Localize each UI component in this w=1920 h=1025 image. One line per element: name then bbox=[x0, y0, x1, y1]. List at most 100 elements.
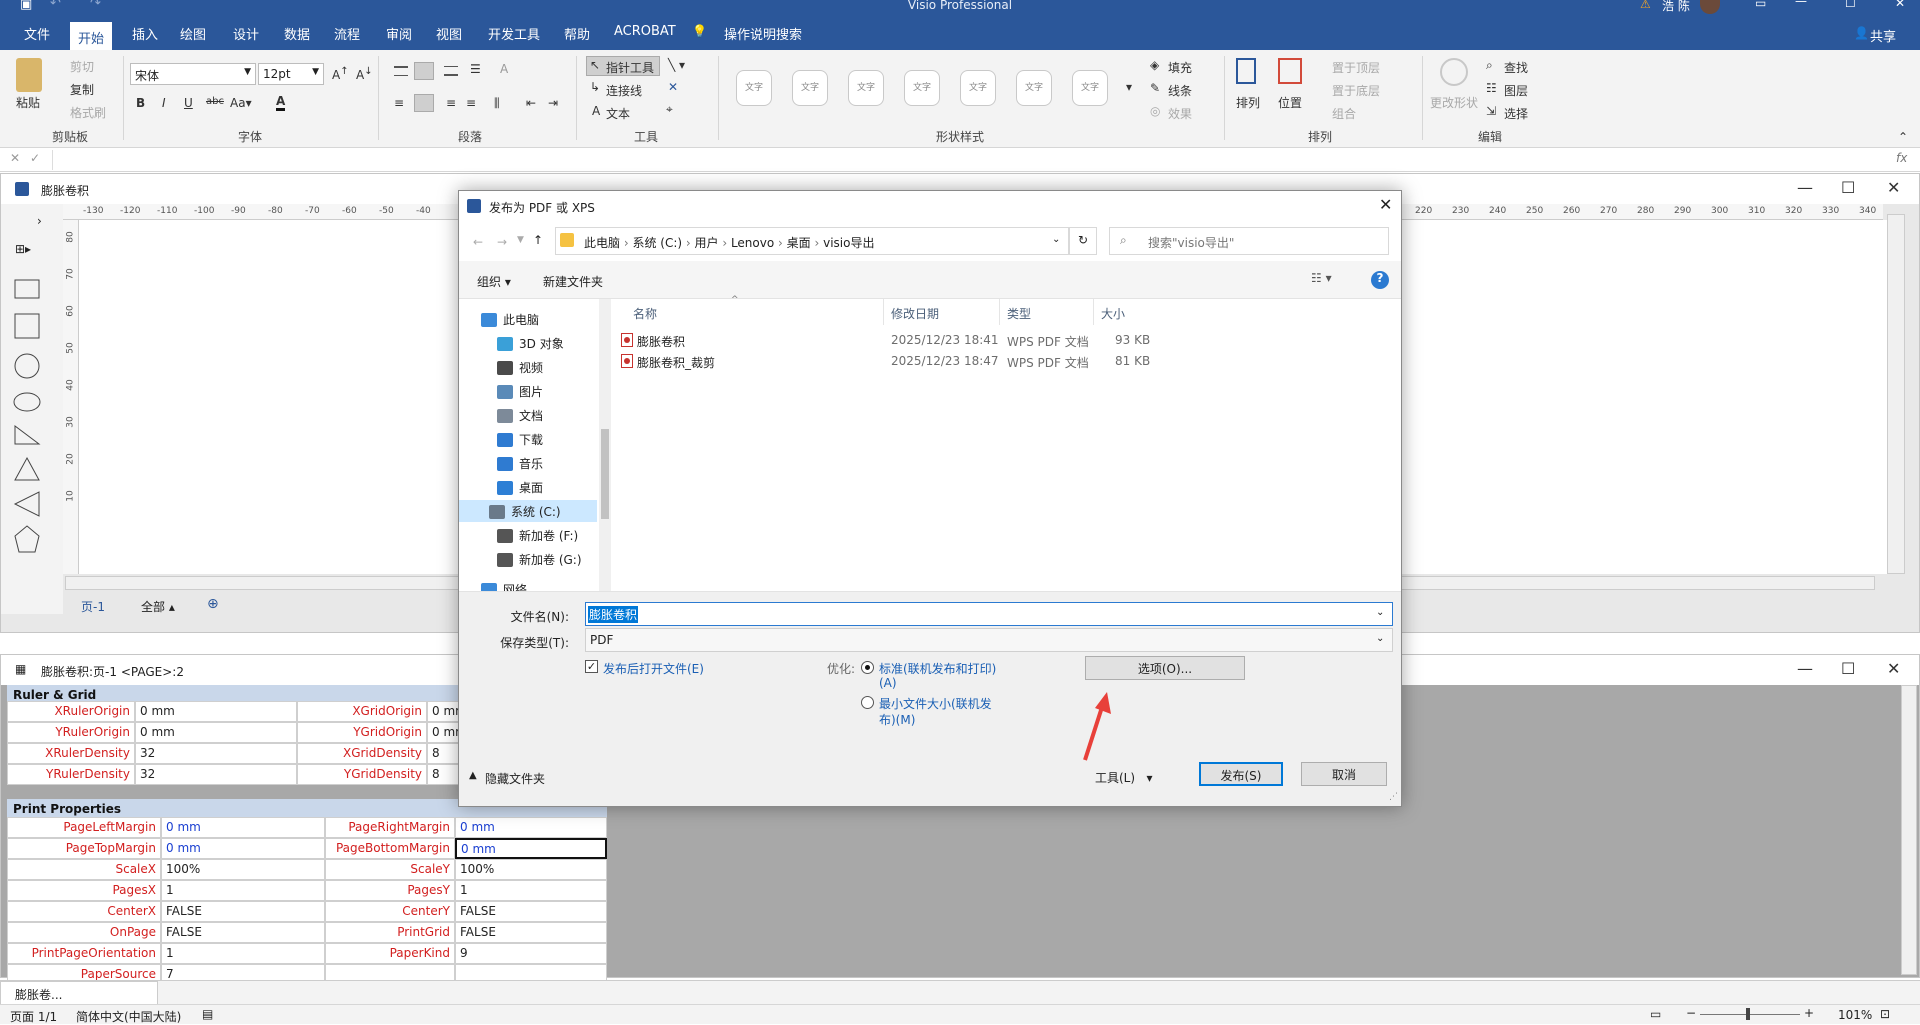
options-button[interactable]: 选项(O)... bbox=[1085, 656, 1245, 680]
change-case-icon[interactable]: Aa▾ bbox=[230, 96, 252, 110]
zoom-slider[interactable] bbox=[1700, 1014, 1800, 1015]
underline-icon[interactable]: U bbox=[184, 96, 193, 110]
connection-point-icon[interactable]: ⌖ bbox=[666, 102, 673, 117]
text-style-icon[interactable]: A bbox=[500, 62, 508, 76]
cell-value[interactable]: 0 mm bbox=[135, 722, 297, 743]
cell-value[interactable]: 1 bbox=[161, 880, 325, 901]
file-row[interactable]: 膨胀卷积 2025/12/23 18:41 WPS PDF 文档 93 KB bbox=[615, 331, 1215, 351]
paste-icon[interactable] bbox=[16, 58, 42, 92]
help-icon[interactable]: ? bbox=[1371, 271, 1389, 289]
cell-label[interactable]: PageRightMargin bbox=[325, 817, 455, 838]
document-tab[interactable]: 膨胀卷... bbox=[0, 981, 158, 1005]
open-after-checkbox[interactable]: ✓ bbox=[585, 660, 598, 673]
nav-scroll-thumb[interactable] bbox=[601, 429, 609, 519]
function-icon[interactable]: fx bbox=[1896, 151, 1907, 165]
column-header[interactable]: 类型 bbox=[1007, 305, 1031, 322]
collapse-ribbon-icon[interactable]: ⌃ bbox=[1898, 130, 1908, 144]
back-icon[interactable]: ← bbox=[473, 235, 483, 249]
up-icon[interactable]: ↑ bbox=[533, 233, 543, 247]
nav-item[interactable]: 系统 (C:) bbox=[459, 500, 597, 522]
text-tool-button[interactable]: 文本 bbox=[606, 105, 630, 122]
nav-item[interactable]: 视频 bbox=[497, 359, 543, 376]
menu-0[interactable]: 文件 bbox=[16, 22, 58, 45]
nav-item[interactable]: 3D 对象 bbox=[497, 335, 564, 352]
search-box[interactable]: ⌕ 搜索"visio导出" bbox=[1109, 227, 1389, 255]
cell-value[interactable]: 0 mm bbox=[161, 838, 325, 859]
menu-11[interactable]: ACROBAT bbox=[606, 22, 684, 41]
address-bar[interactable]: 此电脑 › 系统 (C:) › 用户 › Lenovo › 桌面 › visio… bbox=[555, 227, 1069, 255]
cell-label[interactable]: XGridDensity bbox=[297, 743, 427, 764]
shape-icons[interactable] bbox=[13, 274, 45, 574]
open-after-label[interactable]: 发布后打开文件(E) bbox=[603, 660, 704, 677]
align-top-icon[interactable] bbox=[394, 66, 408, 76]
increase-indent-icon[interactable]: ⇥ bbox=[548, 96, 558, 110]
add-page-icon[interactable]: ⊕ bbox=[207, 596, 219, 612]
line-button[interactable]: 线条 bbox=[1168, 82, 1192, 99]
nav-item[interactable]: 音乐 bbox=[497, 455, 543, 472]
cell-label[interactable]: OnPage bbox=[7, 922, 161, 943]
cell-value[interactable]: 0 mm bbox=[455, 817, 607, 838]
publish-button[interactable]: 发布(S) bbox=[1199, 762, 1283, 786]
zoom-level[interactable]: 101% bbox=[1838, 1008, 1872, 1022]
cell-label[interactable]: YRulerOrigin bbox=[7, 722, 135, 743]
bold-icon[interactable]: B bbox=[136, 96, 145, 110]
user-name[interactable]: 浩 陈 bbox=[1662, 0, 1690, 14]
share-button[interactable]: 共享 bbox=[1870, 26, 1896, 45]
cell-value[interactable]: FALSE bbox=[455, 922, 607, 943]
all-pages-tab[interactable]: 全部 ▴ bbox=[141, 598, 175, 615]
cell-value[interactable]: 1 bbox=[455, 880, 607, 901]
shape-style-4[interactable]: 文字 bbox=[904, 70, 940, 106]
cancel-button[interactable]: 取消 bbox=[1301, 762, 1387, 786]
cell-label[interactable]: YGridDensity bbox=[297, 764, 427, 785]
shrink-font-icon[interactable]: A↓ bbox=[356, 66, 373, 82]
zoom-thumb[interactable] bbox=[1746, 1008, 1750, 1020]
menu-3[interactable]: 绘图 bbox=[172, 22, 214, 45]
dialog-close-icon[interactable]: ✕ bbox=[1379, 195, 1392, 214]
bullets-icon[interactable]: ☰ bbox=[470, 62, 481, 76]
share-icon[interactable]: 👤 bbox=[1854, 26, 1869, 40]
cell-value[interactable]: 1 bbox=[161, 943, 325, 964]
justify-icon[interactable]: ≡ bbox=[466, 96, 476, 110]
cell-value[interactable]: 32 bbox=[135, 764, 297, 785]
shape-style-1[interactable]: 文字 bbox=[736, 70, 772, 106]
align-bottom-icon[interactable] bbox=[444, 66, 458, 76]
column-header[interactable]: 修改日期 bbox=[891, 305, 939, 322]
shape-style-7[interactable]: 文字 bbox=[1072, 70, 1108, 106]
align-middle-icon[interactable] bbox=[414, 62, 434, 80]
italic-icon[interactable]: I bbox=[162, 96, 166, 110]
drawing-close-icon[interactable]: ✕ bbox=[1887, 178, 1900, 197]
drawing-minimize-icon[interactable]: — bbox=[1797, 178, 1813, 197]
format-painter-button[interactable]: 格式刷 bbox=[70, 104, 106, 121]
cell-label[interactable]: PrintPageOrientation bbox=[7, 943, 161, 964]
text-direction-icon[interactable]: ⫼ bbox=[494, 96, 500, 111]
menu-10[interactable]: 帮助 bbox=[556, 22, 598, 45]
effects-button[interactable]: 效果 bbox=[1168, 105, 1192, 122]
cell-value[interactable]: 100% bbox=[455, 859, 607, 880]
decrease-indent-icon[interactable]: ⇤ bbox=[526, 96, 536, 110]
filetype-select[interactable]: PDF ⌄ bbox=[585, 628, 1393, 652]
align-left-icon[interactable]: ≡ bbox=[394, 96, 404, 110]
stencil-icon[interactable]: ⊞▸ bbox=[15, 242, 31, 256]
shapesheet-maximize-icon[interactable]: ☐ bbox=[1841, 659, 1855, 678]
breadcrumb-item[interactable]: visio导出 bbox=[823, 236, 874, 250]
drawing-maximize-icon[interactable]: ☐ bbox=[1841, 178, 1855, 197]
cell-label[interactable]: XRulerOrigin bbox=[7, 701, 135, 722]
tools-menu-button[interactable]: 工具(L) ▾ bbox=[1095, 766, 1165, 788]
cancel-formula-icon[interactable]: ✕ bbox=[10, 151, 20, 165]
cell-label[interactable]: CenterX bbox=[7, 901, 161, 922]
vertical-scrollbar[interactable] bbox=[1887, 214, 1905, 574]
zoom-out-icon[interactable]: − bbox=[1686, 1006, 1696, 1020]
menu-7[interactable]: 审阅 bbox=[378, 22, 420, 45]
cell-value[interactable]: 32 bbox=[135, 743, 297, 764]
address-dropdown-icon[interactable]: ⌄ bbox=[1052, 234, 1060, 245]
font-size-combo[interactable]: 12pt ▼ bbox=[258, 63, 324, 85]
breadcrumb-separator[interactable]: › bbox=[682, 236, 694, 250]
shape-style-6[interactable]: 文字 bbox=[1016, 70, 1052, 106]
page-tab-1[interactable]: 页-1 bbox=[81, 598, 105, 615]
grow-font-icon[interactable]: A↑ bbox=[332, 66, 349, 82]
macro-icon[interactable]: ▤ bbox=[202, 1007, 213, 1021]
cell-label[interactable]: XRulerDensity bbox=[7, 743, 135, 764]
menu-4[interactable]: 设计 bbox=[225, 22, 267, 45]
cell-label[interactable]: PageBottomMargin bbox=[325, 838, 455, 859]
column-header[interactable]: 名称 bbox=[633, 305, 657, 322]
